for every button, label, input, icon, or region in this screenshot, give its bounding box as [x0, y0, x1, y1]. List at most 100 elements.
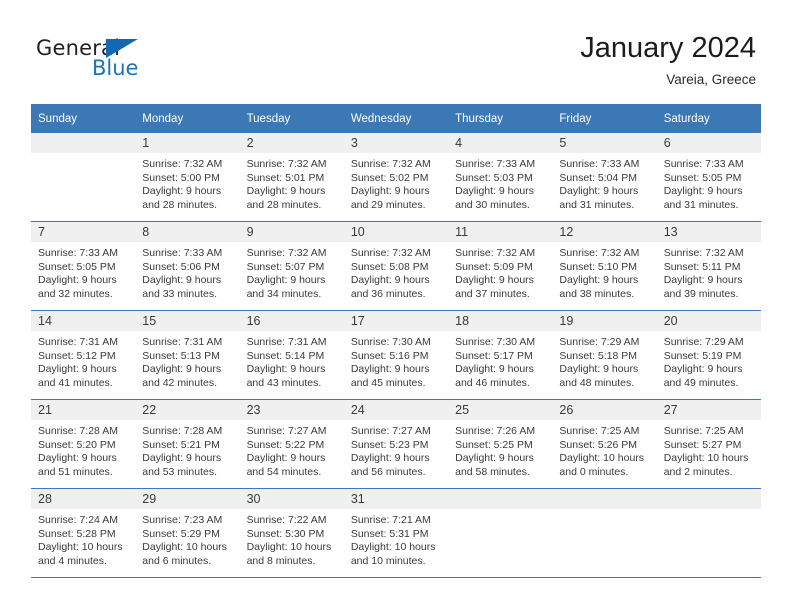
- calendar-day-cell[interactable]: [448, 488, 553, 578]
- weekday-header-monday: Monday: [135, 104, 240, 133]
- day-cell-content: 10 Sunrise: 7:32 AM Sunset: 5:08 PM Dayligh…: [343, 222, 449, 310]
- daylight-duration-line2: and 34 minutes.: [246, 287, 322, 300]
- day-number: 29: [135, 489, 240, 509]
- calendar-day-cell[interactable]: 29 Sunrise: 7:23 AM Sunset: 5:29 PM Dayligh…: [135, 488, 240, 578]
- day-cell-content: 9 Sunrise: 7:32 AM Sunset: 5:07 PM Daylight…: [239, 222, 344, 310]
- daylight-duration-line2: and 39 minutes.: [663, 287, 739, 300]
- sunset-time: Sunset: 5:23 PM: [350, 438, 429, 451]
- sunset-time: Sunset: 5:02 PM: [350, 171, 429, 184]
- calendar-day-cell[interactable]: 11 Sunrise: 7:32 AM Sunset: 5:09 PM Dayligh…: [448, 221, 553, 311]
- calendar-day-cell[interactable]: 12 Sunrise: 7:32 AM Sunset: 5:10 PM Dayligh…: [552, 221, 657, 311]
- calendar-day-cell[interactable]: 30 Sunrise: 7:22 AM Sunset: 5:30 PM Dayligh…: [239, 488, 344, 578]
- calendar-day-cell[interactable]: 16 Sunrise: 7:31 AM Sunset: 5:14 PM Dayligh…: [239, 310, 344, 400]
- sunset-time: Sunset: 5:11 PM: [663, 260, 741, 273]
- calendar-day-cell[interactable]: 13 Sunrise: 7:32 AM Sunset: 5:11 PM Dayligh…: [656, 221, 761, 311]
- calendar-day-cell[interactable]: [656, 488, 761, 578]
- sunset-time: Sunset: 5:21 PM: [142, 438, 220, 451]
- day-cell-content: 25 Sunrise: 7:26 AM Sunset: 5:25 PM Dayligh…: [448, 400, 553, 488]
- calendar-day-cell[interactable]: 23 Sunrise: 7:27 AM Sunset: 5:22 PM Dayligh…: [239, 399, 344, 489]
- sunrise-time: Sunrise: 7:33 AM: [455, 158, 536, 170]
- calendar-day-cell[interactable]: 18 Sunrise: 7:30 AM Sunset: 5:17 PM Dayligh…: [448, 310, 553, 400]
- day-number: 23: [239, 400, 344, 420]
- weekday-header-friday: Friday: [552, 104, 657, 133]
- daylight-duration-line2: and 29 minutes.: [350, 198, 426, 211]
- sunrise-time: Sunrise: 7:25 AM: [559, 425, 640, 437]
- daylight-duration-line2: and 30 minutes.: [455, 198, 530, 211]
- sunrise-time: Sunrise: 7:27 AM: [246, 425, 327, 437]
- calendar-day-cell[interactable]: [552, 488, 657, 578]
- calendar-week-row: 28 Sunrise: 7:24 AM Sunset: 5:28 PM Dayligh…: [31, 488, 761, 578]
- day-number: [552, 489, 657, 509]
- calendar-day-cell[interactable]: 27 Sunrise: 7:25 AM Sunset: 5:27 PM Dayligh…: [656, 399, 761, 489]
- sunrise-time: Sunrise: 7:22 AM: [246, 514, 327, 526]
- sunset-time: Sunset: 5:10 PM: [559, 260, 638, 273]
- sunset-time: Sunset: 5:05 PM: [38, 260, 116, 273]
- day-number: 15: [135, 311, 240, 331]
- calendar-day-cell[interactable]: 20 Sunrise: 7:29 AM Sunset: 5:19 PM Dayligh…: [656, 310, 761, 400]
- sunset-time: Sunset: 5:01 PM: [246, 171, 325, 184]
- day-number: 2: [239, 133, 344, 153]
- sunrise-time: Sunrise: 7:24 AM: [38, 514, 118, 526]
- calendar-day-cell[interactable]: 9 Sunrise: 7:32 AM Sunset: 5:07 PM Daylight…: [239, 221, 344, 311]
- calendar-day-cell[interactable]: 4 Sunrise: 7:33 AM Sunset: 5:03 PM Daylight…: [448, 133, 553, 222]
- calendar-page: General Blue January 2024 Vareia, Greece…: [0, 0, 792, 612]
- daylight-duration-line2: and 28 minutes.: [142, 198, 217, 211]
- daylight-duration-line1: Daylight: 10 hours: [350, 541, 436, 553]
- calendar-day-cell[interactable]: 2 Sunrise: 7:32 AM Sunset: 5:01 PM Daylight…: [239, 133, 344, 222]
- calendar-day-cell[interactable]: 21 Sunrise: 7:28 AM Sunset: 5:20 PM Dayligh…: [31, 399, 136, 489]
- day-details: Sunrise: 7:24 AM Sunset: 5:28 PM Daylight:…: [31, 509, 135, 568]
- calendar-day-cell[interactable]: 5 Sunrise: 7:33 AM Sunset: 5:04 PM Daylight…: [552, 133, 657, 222]
- calendar-week-row: 1 Sunrise: 7:32 AM Sunset: 5:00 PM Daylight…: [31, 133, 761, 222]
- sunset-time: Sunset: 5:00 PM: [142, 171, 220, 184]
- calendar-day-cell[interactable]: 10 Sunrise: 7:32 AM Sunset: 5:08 PM Dayligh…: [343, 221, 449, 311]
- day-details: Sunrise: 7:30 AM Sunset: 5:17 PM Daylight:…: [448, 331, 552, 390]
- sunrise-time: Sunrise: 7:33 AM: [142, 247, 223, 259]
- daylight-duration-line2: and 46 minutes.: [455, 376, 530, 389]
- day-details: Sunrise: 7:21 AM Sunset: 5:31 PM Daylight:…: [344, 509, 448, 568]
- day-details: Sunrise: 7:32 AM Sunset: 5:08 PM Daylight:…: [344, 242, 448, 301]
- day-number: 16: [239, 311, 344, 331]
- day-cell-content: 11 Sunrise: 7:32 AM Sunset: 5:09 PM Dayligh…: [448, 222, 553, 310]
- calendar-day-cell[interactable]: 1 Sunrise: 7:32 AM Sunset: 5:00 PM Daylight…: [135, 133, 240, 222]
- sunrise-time: Sunrise: 7:29 AM: [663, 336, 744, 348]
- weekday-header-row: Sunday Monday Tuesday Wednesday Thursday…: [31, 104, 761, 133]
- calendar-day-cell[interactable]: 19 Sunrise: 7:29 AM Sunset: 5:18 PM Dayligh…: [552, 310, 657, 400]
- sunset-time: Sunset: 5:19 PM: [663, 349, 742, 362]
- day-number: [31, 133, 136, 153]
- day-number: 27: [656, 400, 761, 420]
- calendar-day-cell[interactable]: [31, 133, 136, 222]
- brand-logo[interactable]: General Blue: [36, 36, 256, 88]
- calendar-day-cell[interactable]: 31 Sunrise: 7:21 AM Sunset: 5:31 PM Dayligh…: [343, 488, 449, 578]
- daylight-duration-line1: Daylight: 10 hours: [38, 541, 123, 553]
- sunrise-time: Sunrise: 7:32 AM: [350, 247, 431, 259]
- calendar-day-cell[interactable]: 15 Sunrise: 7:31 AM Sunset: 5:13 PM Dayligh…: [135, 310, 240, 400]
- calendar-day-cell[interactable]: 7 Sunrise: 7:33 AM Sunset: 5:05 PM Daylight…: [31, 221, 136, 311]
- day-number: 4: [448, 133, 553, 153]
- calendar-day-cell[interactable]: 25 Sunrise: 7:26 AM Sunset: 5:25 PM Dayligh…: [448, 399, 553, 489]
- page-title: January 2024: [580, 32, 756, 64]
- calendar-day-cell[interactable]: 17 Sunrise: 7:30 AM Sunset: 5:16 PM Dayligh…: [343, 310, 449, 400]
- sunrise-time: Sunrise: 7:25 AM: [663, 425, 744, 437]
- day-number: 12: [552, 222, 657, 242]
- calendar-day-cell[interactable]: 24 Sunrise: 7:27 AM Sunset: 5:23 PM Dayligh…: [343, 399, 449, 489]
- calendar-day-cell[interactable]: 3 Sunrise: 7:32 AM Sunset: 5:02 PM Daylight…: [343, 133, 449, 222]
- calendar-day-cell[interactable]: 6 Sunrise: 7:33 AM Sunset: 5:05 PM Daylight…: [656, 133, 761, 222]
- calendar-day-cell[interactable]: 14 Sunrise: 7:31 AM Sunset: 5:12 PM Dayligh…: [31, 310, 136, 400]
- day-cell-content: 6 Sunrise: 7:33 AM Sunset: 5:05 PM Daylight…: [656, 133, 761, 221]
- calendar-day-cell[interactable]: 26 Sunrise: 7:25 AM Sunset: 5:26 PM Dayligh…: [552, 399, 657, 489]
- daylight-duration-line2: and 45 minutes.: [350, 376, 426, 389]
- sunrise-time: Sunrise: 7:33 AM: [38, 247, 118, 259]
- day-cell-content: 19 Sunrise: 7:29 AM Sunset: 5:18 PM Dayligh…: [552, 311, 657, 399]
- daylight-duration-line1: Daylight: 9 hours: [350, 452, 430, 464]
- daylight-duration-line2: and 36 minutes.: [350, 287, 426, 300]
- day-details: Sunrise: 7:33 AM Sunset: 5:05 PM Daylight:…: [657, 153, 761, 212]
- calendar-day-cell[interactable]: 8 Sunrise: 7:33 AM Sunset: 5:06 PM Daylight…: [135, 221, 240, 311]
- day-number: 22: [135, 400, 240, 420]
- daylight-duration-line1: Daylight: 9 hours: [663, 185, 743, 197]
- calendar-day-cell[interactable]: 22 Sunrise: 7:28 AM Sunset: 5:21 PM Dayligh…: [135, 399, 240, 489]
- calendar-day-cell[interactable]: 28 Sunrise: 7:24 AM Sunset: 5:28 PM Dayligh…: [31, 488, 136, 578]
- day-number: 17: [343, 311, 449, 331]
- sunrise-time: Sunrise: 7:32 AM: [246, 158, 327, 170]
- day-cell-content: 26 Sunrise: 7:25 AM Sunset: 5:26 PM Dayligh…: [552, 400, 657, 488]
- daylight-duration-line2: and 2 minutes.: [663, 465, 733, 478]
